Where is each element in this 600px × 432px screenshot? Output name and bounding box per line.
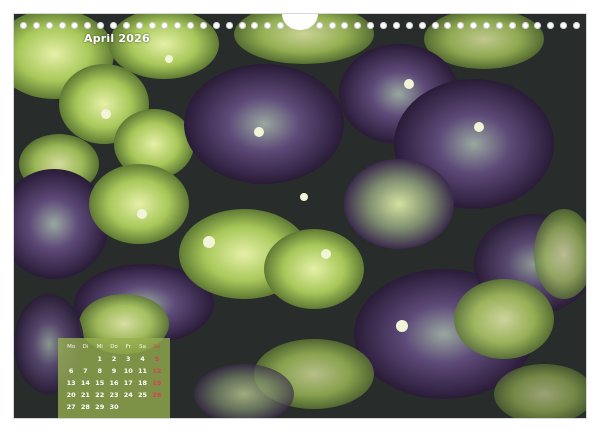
binding-ring xyxy=(367,21,375,29)
binding-ring xyxy=(470,21,478,29)
calendar-day: 22 xyxy=(95,391,105,399)
binding-ring xyxy=(560,21,568,29)
binding-ring xyxy=(431,21,439,29)
calendar-day: 9 xyxy=(111,367,117,375)
calendar-day: 25 xyxy=(138,391,148,399)
calendar-day: 15 xyxy=(95,379,105,387)
calendar-day: 27 xyxy=(66,403,76,411)
binding-ring xyxy=(84,21,92,29)
calendar-grid: Mo Di Mi Do Fr Sa So 1 2 3 4 5 6 7 8 9 10 11 12 13 14 15 16 17 1… xyxy=(64,342,164,413)
calendar-day: 19 xyxy=(152,379,162,387)
month-title: April 2026 xyxy=(84,32,150,45)
binding-ring xyxy=(405,21,413,29)
weekday-header: Do xyxy=(110,344,118,350)
binding-ring xyxy=(225,21,233,29)
calendar-day: 16 xyxy=(109,379,119,387)
calendar-day: 17 xyxy=(123,379,133,387)
calendar-day: 11 xyxy=(138,367,148,375)
binding-ring xyxy=(174,21,182,29)
calendar-day xyxy=(121,402,135,413)
calendar-day: 20 xyxy=(66,391,76,399)
binding-ring xyxy=(482,21,490,29)
binding-ring xyxy=(392,21,400,29)
binding-ring xyxy=(148,21,156,29)
binding-ring xyxy=(200,21,208,29)
binding-ring xyxy=(264,21,272,29)
calendar-day: 21 xyxy=(80,391,90,399)
binding-ring xyxy=(58,21,66,29)
binding-ring xyxy=(110,21,118,29)
calendar-day: 3 xyxy=(126,355,131,363)
weekday-header: So xyxy=(153,344,161,350)
calendar-day xyxy=(135,402,149,413)
binding-ring xyxy=(572,21,580,29)
binding-ring xyxy=(97,21,105,29)
binding-ring xyxy=(495,21,503,29)
calendar-day: 4 xyxy=(140,355,145,363)
binding-ring xyxy=(122,21,130,29)
binding-ring xyxy=(135,21,143,29)
calendar-day: 2 xyxy=(111,355,117,363)
weekday-header: Sa xyxy=(139,344,146,350)
binding-ring xyxy=(32,21,40,29)
binding-ring xyxy=(71,21,79,29)
calendar-day xyxy=(150,402,164,413)
weekday-header: Mi xyxy=(96,344,103,350)
calendar-day: 5 xyxy=(154,355,160,363)
binding-ring xyxy=(251,21,259,29)
weekday-header: Di xyxy=(82,344,89,350)
binding-ring xyxy=(534,21,542,29)
binding-ring xyxy=(341,21,349,29)
calendar-day: 30 xyxy=(109,403,119,411)
calendar-day: 12 xyxy=(152,367,162,375)
binding-ring xyxy=(418,21,426,29)
binding-ring xyxy=(20,21,27,29)
binding-ring xyxy=(380,21,388,29)
weekday-header: Mo xyxy=(67,344,76,350)
binding-ring xyxy=(547,21,555,29)
calendar-day xyxy=(64,354,78,365)
calendar-day: 28 xyxy=(80,403,90,411)
weekday-header: Fr xyxy=(125,344,131,350)
calendar-day: 23 xyxy=(109,391,119,399)
binding-ring xyxy=(521,21,529,29)
calendar-page: April 2026 Mo Di Mi Do Fr Sa So 1 2 3 4 5 6 7 8 9 10 11 12… xyxy=(14,14,586,418)
calendar-day: 26 xyxy=(152,391,162,399)
binding-ring xyxy=(161,21,169,29)
calendar-day: 10 xyxy=(123,367,133,375)
calendar-day: 1 xyxy=(97,355,102,363)
calendar-day: 29 xyxy=(95,403,105,411)
calendar-day: 7 xyxy=(83,367,88,375)
calendar-day: 24 xyxy=(123,391,133,399)
binding-ring xyxy=(187,21,195,29)
calendar-day: 8 xyxy=(97,367,102,375)
binding-ring xyxy=(354,21,362,29)
binding-ring xyxy=(328,21,336,29)
binding-ring xyxy=(444,21,452,29)
binding-ring xyxy=(238,21,246,29)
calendar-day: 13 xyxy=(66,379,76,387)
calendar-day: 18 xyxy=(138,379,148,387)
binding-ring xyxy=(45,21,53,29)
binding-ring xyxy=(508,21,516,29)
calendar-grid-panel: Mo Di Mi Do Fr Sa So 1 2 3 4 5 6 7 8 9 10 11 12 13 14 15 16 17 1… xyxy=(58,338,170,418)
calendar-day: 6 xyxy=(68,367,74,375)
binding-ring xyxy=(457,21,465,29)
binding-ring xyxy=(277,21,285,29)
binding-ring xyxy=(315,21,323,29)
calendar-day: 14 xyxy=(80,379,90,387)
binding-ring xyxy=(212,21,220,29)
calendar-day xyxy=(78,354,92,365)
